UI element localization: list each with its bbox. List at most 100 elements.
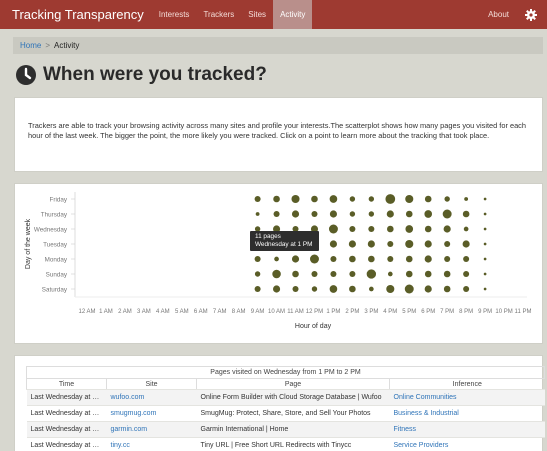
scatter-point[interactable] [424, 285, 432, 293]
scatter-point[interactable] [330, 270, 337, 278]
scatter-point[interactable] [462, 210, 470, 218]
nav-about[interactable]: About [488, 10, 523, 19]
scatter-point[interactable] [311, 195, 318, 203]
scatter-point[interactable] [444, 240, 451, 248]
scatter-point[interactable] [349, 270, 356, 278]
scatter-point[interactable] [349, 196, 356, 202]
nav-trackers[interactable]: Trackers [196, 0, 241, 29]
scatter-point[interactable] [330, 255, 337, 263]
scatter-point[interactable] [386, 284, 395, 294]
scatter-point[interactable] [424, 270, 432, 278]
scatter-point[interactable] [349, 225, 356, 233]
scatter-point[interactable] [368, 255, 375, 263]
scatter-point[interactable] [292, 285, 299, 293]
scatter-point[interactable] [273, 210, 280, 218]
scatter-point[interactable] [367, 240, 375, 248]
scatter-point[interactable] [463, 270, 470, 278]
scatter-point[interactable] [462, 240, 470, 248]
column-page[interactable]: Page [196, 378, 390, 390]
scatter-point[interactable] [369, 286, 374, 292]
scatter-point[interactable] [254, 195, 261, 203]
scatter-point[interactable] [368, 196, 375, 202]
scatter-point[interactable] [348, 240, 356, 248]
nav-interests[interactable]: Interests [152, 0, 197, 29]
scatter-point[interactable] [483, 197, 487, 201]
scatter-point[interactable] [424, 240, 432, 248]
scatter-point[interactable] [272, 285, 281, 293]
scatter-point[interactable] [483, 242, 487, 246]
scatter-point[interactable] [274, 256, 279, 262]
scatter-point[interactable] [483, 257, 487, 261]
scatter-point[interactable] [387, 240, 394, 248]
scatter-point[interactable] [328, 224, 338, 234]
scatter-point[interactable] [443, 270, 451, 278]
scatter-point[interactable] [291, 210, 300, 218]
scatter-point[interactable] [483, 227, 487, 231]
scatter-point[interactable] [404, 284, 414, 294]
scatter-point[interactable] [405, 270, 413, 278]
scatter-point[interactable] [483, 272, 487, 276]
scatter-point[interactable] [424, 210, 433, 218]
scatter-point[interactable] [349, 285, 356, 293]
gear-icon[interactable] [523, 7, 539, 23]
scatter-point[interactable] [483, 287, 487, 291]
cell-site-link[interactable]: garmin.com [106, 421, 197, 438]
scatter-point[interactable] [254, 285, 261, 293]
cell-inference-link[interactable]: Fitness [389, 421, 545, 438]
cell-inference-link[interactable]: Business & Industrial [389, 405, 545, 422]
scatter-point[interactable] [463, 255, 470, 263]
scatter-point[interactable] [463, 285, 470, 293]
scatter-point[interactable] [368, 225, 375, 233]
scatter-point[interactable] [254, 255, 261, 263]
scatter-point[interactable] [329, 195, 338, 203]
scatter-point[interactable] [405, 255, 413, 263]
scatter-point[interactable] [291, 255, 300, 263]
scatter-point[interactable] [311, 210, 318, 218]
scatter-point[interactable] [349, 211, 356, 217]
cell-site-link[interactable]: wufoo.com [106, 389, 197, 406]
scatter-point[interactable] [443, 225, 451, 233]
scatter-point[interactable] [424, 195, 432, 203]
scatter-point[interactable] [483, 212, 487, 216]
scatter-point[interactable] [387, 255, 394, 263]
scatter-point[interactable] [329, 240, 338, 248]
scatter-point[interactable] [309, 254, 319, 264]
nav-activity[interactable]: Activity [273, 0, 313, 29]
scatter-point[interactable] [405, 239, 414, 249]
scatter-point[interactable] [405, 210, 413, 218]
column-site[interactable]: Site [106, 378, 197, 390]
scatter-point[interactable] [292, 270, 299, 278]
scatter-point[interactable] [405, 194, 414, 204]
scatter-point[interactable] [311, 270, 318, 278]
scatter-point[interactable] [442, 209, 452, 219]
scatter-point[interactable] [385, 194, 396, 204]
scatter-point[interactable] [463, 226, 469, 232]
cell-inference-link[interactable]: Online Communities [389, 389, 545, 406]
scatter-point[interactable] [424, 255, 432, 263]
scatter-point[interactable] [272, 269, 281, 279]
scatter-point[interactable] [386, 225, 394, 233]
scatter-point[interactable] [443, 285, 451, 293]
scatter-point[interactable] [464, 197, 469, 201]
cell-site-link[interactable]: smugmug.com [106, 405, 197, 422]
scatter-point[interactable] [349, 255, 356, 263]
scatter-point[interactable] [386, 210, 394, 218]
scatter-point[interactable] [291, 194, 300, 204]
column-time[interactable]: Time [26, 378, 107, 390]
breadcrumb-home-link[interactable]: Home [20, 41, 41, 50]
scatter-point[interactable] [329, 210, 338, 218]
scatter-point[interactable] [444, 196, 450, 202]
scatter-point[interactable] [273, 195, 280, 203]
column-inference[interactable]: Inference [388, 378, 545, 390]
scatter-point[interactable] [387, 271, 393, 277]
scatterplot[interactable]: Friday Thursday Wednesday Tuesday Monday Sund… [15, 184, 544, 345]
cell-inference-link[interactable]: Service Providers [389, 437, 545, 451]
brand-title[interactable]: Tracking Transparency [0, 7, 152, 22]
scatter-point[interactable] [255, 212, 260, 216]
scatter-point[interactable] [254, 271, 261, 277]
cell-site-link[interactable]: tiny.cc [106, 437, 197, 451]
scatter-point[interactable] [444, 255, 451, 263]
scatter-point[interactable] [368, 211, 375, 217]
nav-sites[interactable]: Sites [241, 0, 273, 29]
scatter-point[interactable] [424, 225, 432, 233]
